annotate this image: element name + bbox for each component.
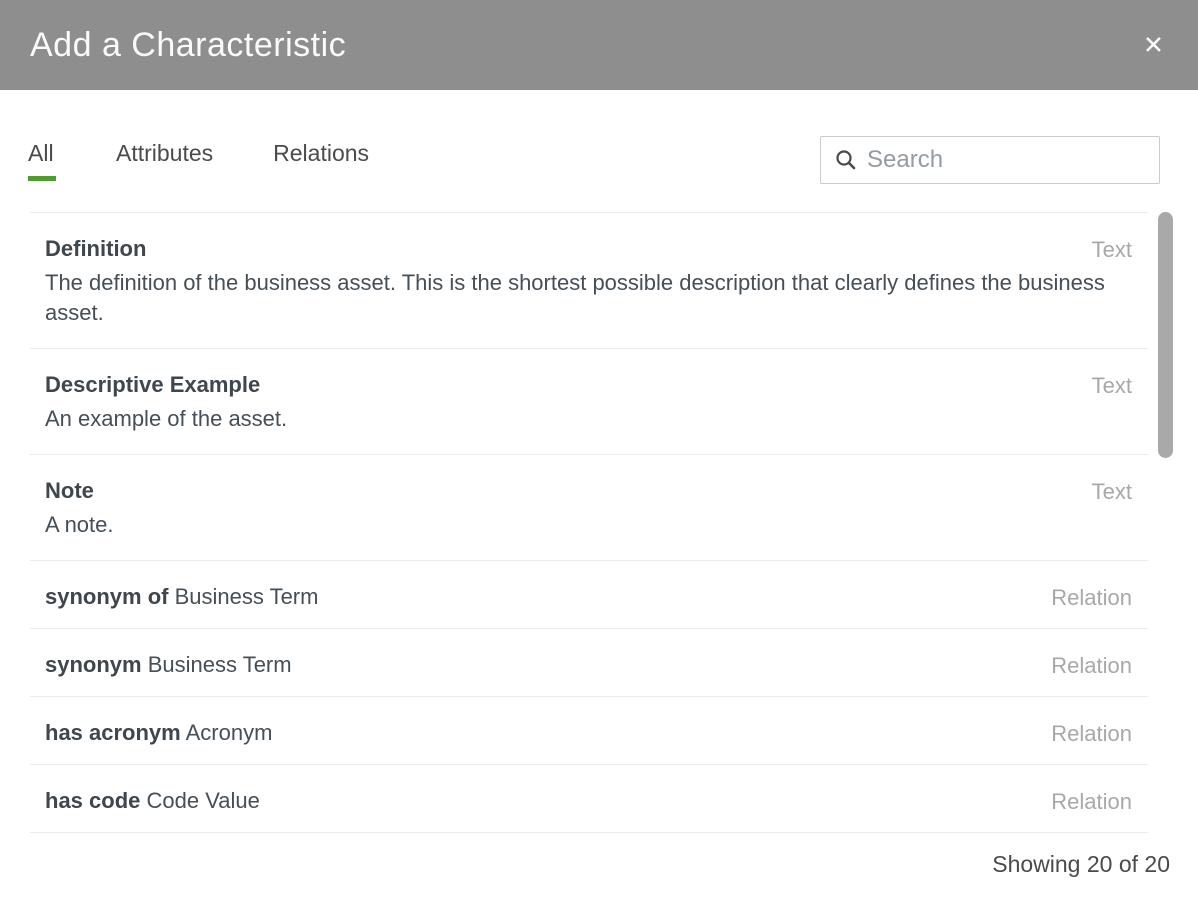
tab-attributes-label: Attributes bbox=[116, 140, 213, 167]
item-subtitle: Acronym bbox=[181, 720, 273, 745]
item-title: has acronym bbox=[45, 720, 181, 745]
active-tab-underline bbox=[28, 176, 56, 181]
dialog-title: Add a Characteristic bbox=[30, 26, 346, 65]
item-type-badge: Relation bbox=[1051, 789, 1132, 815]
item-title: Definition bbox=[45, 236, 146, 261]
item-title: synonym of bbox=[45, 584, 168, 609]
item-subtitle: Code Value bbox=[140, 788, 259, 813]
list-item[interactable]: Note A note. Text bbox=[30, 455, 1148, 561]
item-description: A note. bbox=[45, 510, 1120, 540]
search-box bbox=[820, 136, 1160, 184]
list-item[interactable]: synonym of Business Term Relation bbox=[30, 561, 1148, 629]
search-icon bbox=[835, 149, 857, 171]
item-title: Note bbox=[45, 478, 94, 503]
item-title: Descriptive Example bbox=[45, 372, 260, 397]
scrollbar-thumb[interactable] bbox=[1158, 212, 1173, 458]
search-input[interactable] bbox=[867, 146, 1147, 174]
item-title-line: Descriptive Example bbox=[45, 373, 1132, 396]
add-characteristic-dialog: Add a Characteristic ✕ All Attributes Re… bbox=[0, 0, 1198, 899]
close-icon: ✕ bbox=[1143, 31, 1164, 60]
item-type-badge: Text bbox=[1092, 373, 1132, 399]
tab-relations-label: Relations bbox=[273, 140, 369, 167]
item-title-line: has acronym Acronym bbox=[45, 721, 1132, 744]
item-type-badge: Relation bbox=[1051, 721, 1132, 747]
item-subtitle: Business Term bbox=[142, 652, 292, 677]
close-button[interactable]: ✕ bbox=[1137, 27, 1170, 64]
item-type-badge: Relation bbox=[1051, 585, 1132, 611]
tab-attributes[interactable]: Attributes bbox=[116, 140, 213, 181]
item-description: The definition of the business asset. Th… bbox=[45, 268, 1120, 328]
tab-all[interactable]: All bbox=[28, 140, 56, 181]
item-type-badge: Text bbox=[1092, 237, 1132, 263]
item-title-line: synonym of Business Term bbox=[45, 585, 1132, 608]
item-title-line: has code Code Value bbox=[45, 789, 1132, 812]
list-item[interactable]: synonym Business Term Relation bbox=[30, 629, 1148, 697]
tab-relations[interactable]: Relations bbox=[273, 140, 369, 181]
item-title-line: synonym Business Term bbox=[45, 653, 1132, 676]
item-type-badge: Text bbox=[1092, 479, 1132, 505]
item-description: An example of the asset. bbox=[45, 404, 1120, 434]
list-footer: Showing 20 of 20 bbox=[0, 851, 1198, 878]
item-title-line: Note bbox=[45, 479, 1132, 502]
item-title-line: Definition bbox=[45, 237, 1132, 260]
item-subtitle: Business Term bbox=[168, 584, 318, 609]
showing-count: Showing 20 of 20 bbox=[992, 851, 1170, 877]
dialog-header: Add a Characteristic ✕ bbox=[0, 0, 1198, 90]
list-item[interactable]: has code Code Value Relation bbox=[30, 765, 1148, 833]
list-item[interactable]: Descriptive Example An example of the as… bbox=[30, 349, 1148, 455]
characteristics-list: Definition The definition of the busines… bbox=[30, 212, 1148, 833]
list-item[interactable]: Definition The definition of the busines… bbox=[30, 213, 1148, 349]
list-item[interactable]: has acronym Acronym Relation bbox=[30, 697, 1148, 765]
tab-all-label: All bbox=[28, 140, 56, 167]
tab-bar: All Attributes Relations bbox=[28, 140, 429, 181]
item-title: synonym bbox=[45, 652, 142, 677]
item-title: has code bbox=[45, 788, 140, 813]
item-type-badge: Relation bbox=[1051, 653, 1132, 679]
toolbar: All Attributes Relations bbox=[0, 136, 1198, 184]
